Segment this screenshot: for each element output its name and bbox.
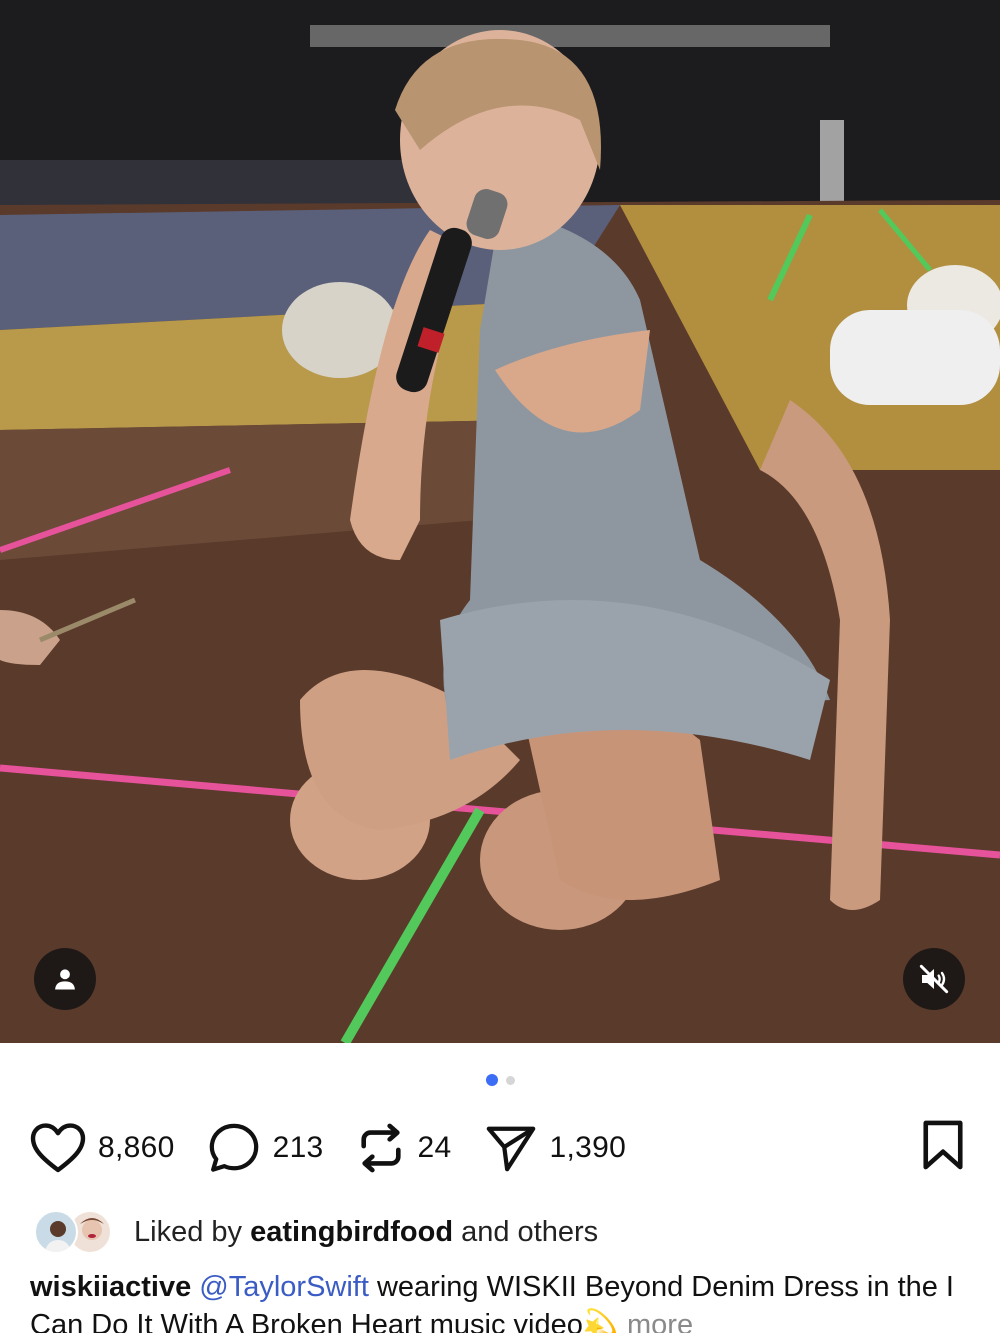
speaker-muted-icon [919, 964, 949, 994]
liked-by-username[interactable]: eatingbirdfood [250, 1216, 453, 1249]
share-count: 1,390 [549, 1131, 627, 1164]
caption-emoji: 💫 [582, 1309, 619, 1333]
liked-by-prefix: Liked by [134, 1215, 251, 1248]
post-media[interactable] [0, 0, 1000, 1043]
caption-username[interactable]: wiskiiactive [30, 1271, 191, 1303]
caption-more-link[interactable]: more [627, 1309, 693, 1333]
tagged-people-button[interactable] [34, 948, 96, 1010]
save-button[interactable] [920, 1118, 966, 1177]
comment-count: 213 [272, 1131, 324, 1164]
liked-by-suffix: and others [453, 1215, 599, 1248]
share-action[interactable]: 1,390 [484, 1121, 627, 1175]
carousel-dot [505, 1076, 515, 1085]
person-icon [55, 969, 75, 990]
post-caption: wiskiiactive @TaylorSwift wearing WISKII… [30, 1268, 970, 1333]
like-count: 8,860 [98, 1131, 175, 1164]
repost-icon [360, 1123, 401, 1173]
carousel-dot-active [485, 1074, 498, 1086]
heart-icon [30, 1123, 86, 1173]
like-action[interactable]: 8,860 [30, 1122, 175, 1174]
comment-bubble-icon [209, 1123, 258, 1172]
repost-count: 24 [417, 1131, 452, 1164]
liked-by-avatars [34, 1208, 118, 1256]
comment-action[interactable]: 213 [207, 1121, 324, 1175]
post-photo [0, 0, 1000, 1043]
caption-mention[interactable]: @TaylorSwift [199, 1271, 369, 1303]
liked-by-row[interactable]: Liked by eatingbirdfood and others [34, 1206, 598, 1258]
avatar [34, 1210, 78, 1254]
repost-action[interactable]: 24 [356, 1120, 452, 1176]
post-actions-bar: 8,860 213 24 1,390 [30, 1118, 966, 1178]
mute-toggle-button[interactable] [903, 948, 965, 1010]
carousel-indicator [0, 1074, 1000, 1086]
send-icon [486, 1126, 535, 1172]
bookmark-icon [923, 1120, 963, 1170]
